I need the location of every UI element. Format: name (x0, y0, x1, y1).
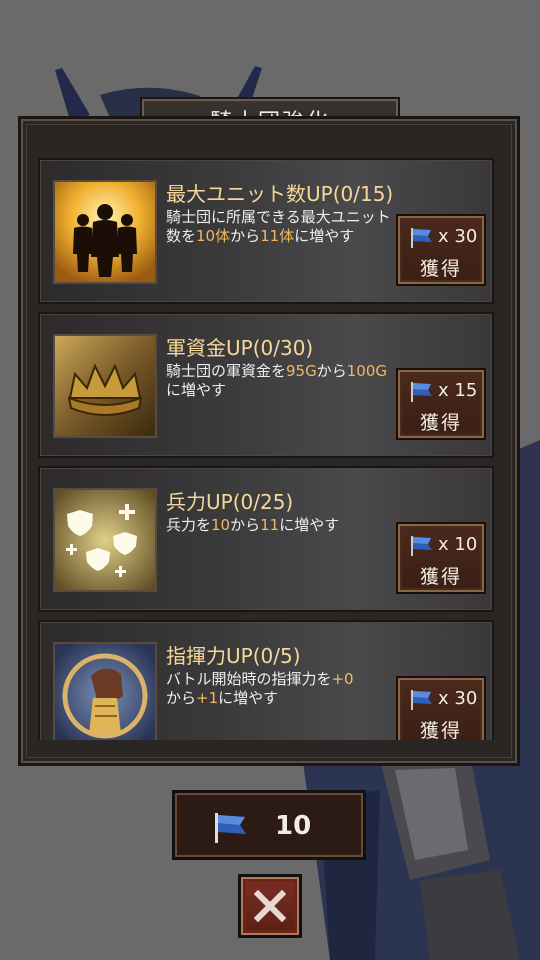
acquire-label: 獲得 (419, 412, 462, 434)
cost-label: x 30 (438, 226, 478, 247)
acquire-label: 獲得 (419, 258, 462, 280)
shields-icon (53, 488, 157, 592)
cost-label: x 15 (438, 380, 478, 401)
crown-icon (53, 334, 157, 438)
blue-flag-icon (411, 228, 432, 248)
acquire-label: 獲得 (419, 720, 462, 740)
cost-label: x 30 (438, 688, 478, 709)
upgrade-list[interactable]: 最大ユニット数UP(0/15) 騎士団に所属できる最大ユニット数を10体から11… (38, 158, 494, 740)
silhouettes-icon (53, 180, 157, 284)
fist-icon (53, 642, 157, 740)
acquire-button[interactable]: x 30 獲得 (396, 676, 486, 740)
blue-flag-icon (411, 690, 432, 710)
acquire-label: 獲得 (419, 566, 462, 588)
close-icon (253, 889, 287, 923)
close-button[interactable] (238, 874, 302, 938)
upgrade-item-command: 指揮力UP(0/5) バトル開始時の指揮力を+0 から+1に増やす x 30 獲得 (38, 620, 494, 740)
blue-flag-icon (411, 382, 432, 402)
upgrade-title: 最大ユニット数UP(0/15) (166, 182, 394, 206)
blue-flag-icon (215, 813, 246, 843)
upgrade-title: 兵力UP(0/25) (166, 490, 294, 514)
upgrade-item-war-funds: 軍資金UP(0/30) 騎士団の軍資金を95Gから100Gに増やす x 15 獲… (38, 312, 494, 458)
upgrade-item-max-units: 最大ユニット数UP(0/15) 騎士団に所属できる最大ユニット数を10体から11… (38, 158, 494, 304)
acquire-button[interactable]: x 30 獲得 (396, 214, 486, 286)
blue-flag-icon (411, 536, 432, 556)
upgrade-item-troops: 兵力UP(0/25) 兵力を10から11に増やす x 10 獲得 (38, 466, 494, 612)
upgrade-title: 軍資金UP(0/30) (166, 336, 314, 360)
upgrade-description: バトル開始時の指揮力を+0 から+1に増やす (166, 670, 354, 707)
cost-label: x 10 (438, 534, 478, 555)
upgrade-description: 騎士団に所属できる最大ユニット数を10体から11体に増やす (166, 208, 391, 245)
upgrade-description: 兵力を10から11に増やす (166, 516, 340, 534)
acquire-button[interactable]: x 15 獲得 (396, 368, 486, 440)
acquire-button[interactable]: x 10 獲得 (396, 522, 486, 594)
currency-amount: 10 (275, 811, 312, 841)
upgrade-description: 騎士団の軍資金を95Gから100Gに増やす (166, 362, 388, 399)
upgrade-title: 指揮力UP(0/5) (166, 644, 301, 668)
currency-display: 10 (172, 790, 366, 860)
